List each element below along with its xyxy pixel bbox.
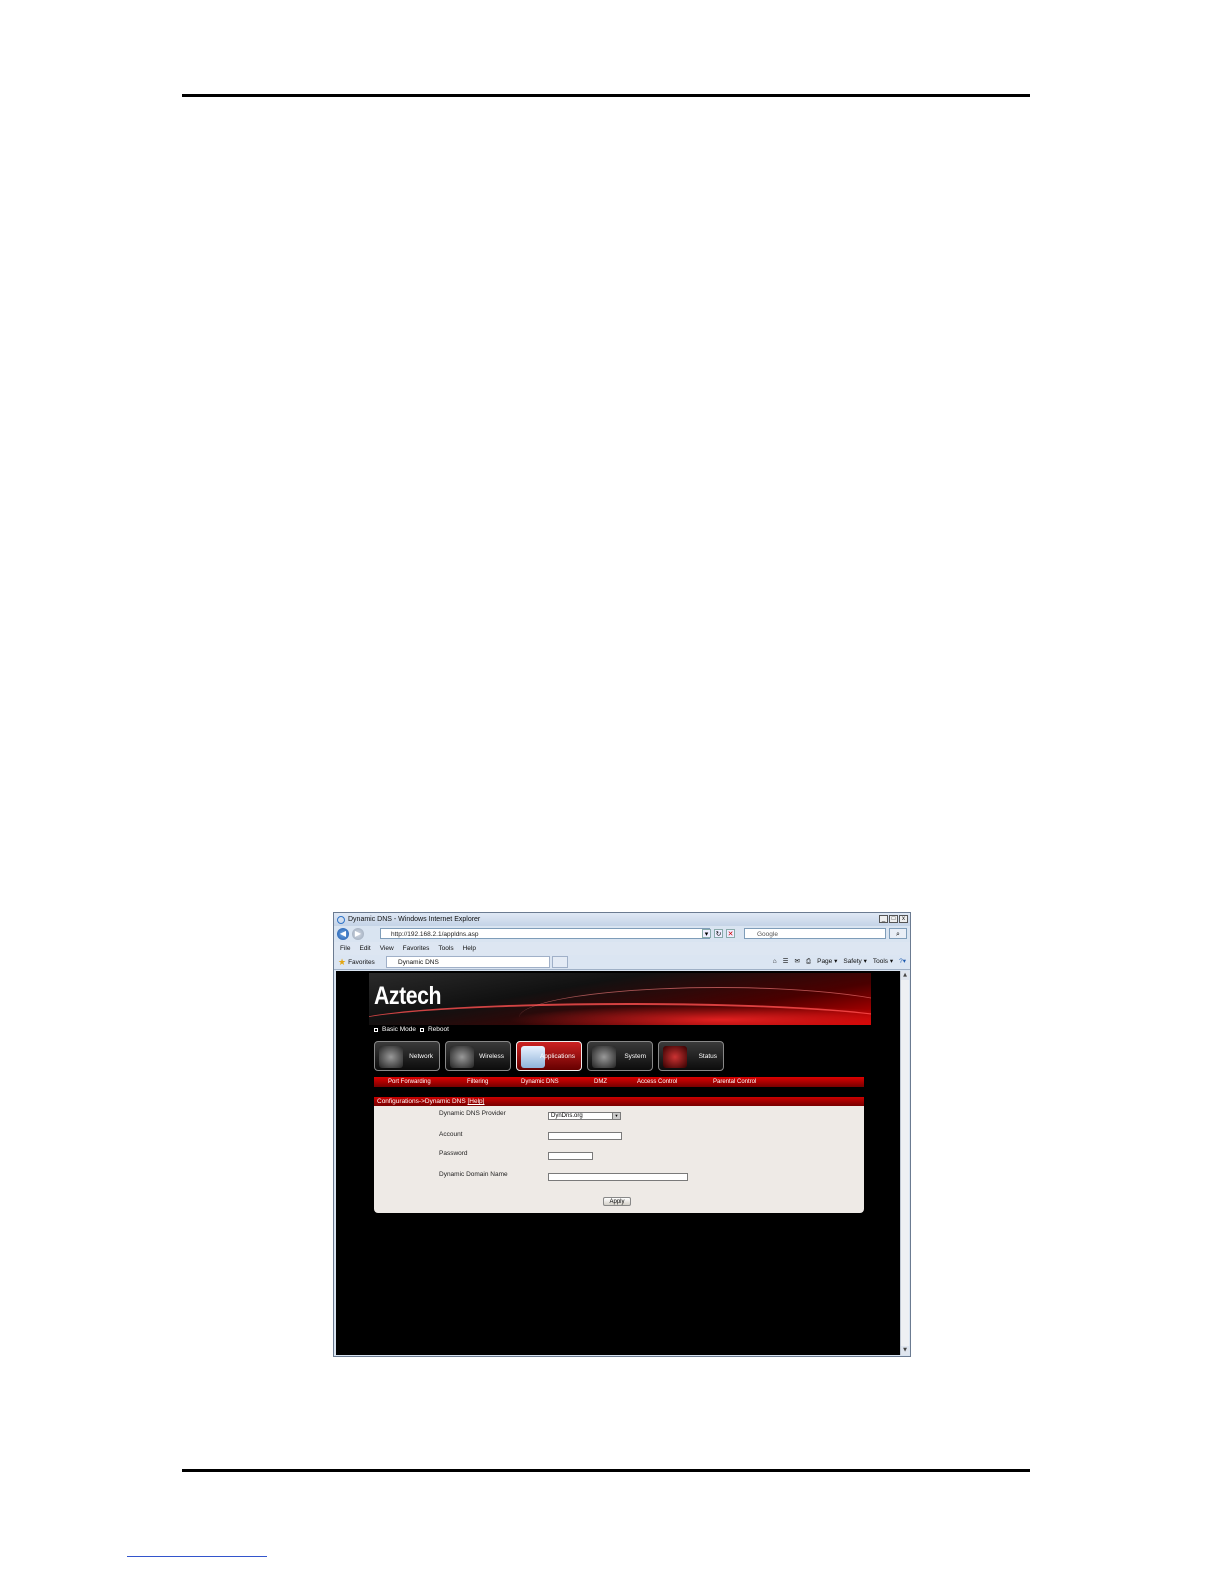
dropdown-icon[interactable]: ▾: [702, 929, 711, 938]
command-bar: ⌂ ☰ ✉ ⎙ Page ▾ Safety ▾ Tools ▾ ?▾: [773, 956, 906, 968]
nav-label: Network: [409, 1053, 433, 1060]
safety-menu[interactable]: Safety ▾: [843, 956, 867, 968]
scroll-up-icon[interactable]: ▲: [901, 971, 909, 980]
nav-label: Wireless: [479, 1053, 504, 1060]
subnav-parental-control[interactable]: Parental Control: [713, 1077, 756, 1087]
home-icon[interactable]: ⌂: [773, 956, 777, 968]
title-bar: Dynamic DNS - Windows Internet Explorer …: [334, 913, 910, 926]
nav-system[interactable]: System: [587, 1041, 653, 1071]
menu-bar: File Edit View Favorites Tools Help: [334, 942, 910, 955]
nav-label: Status: [698, 1053, 717, 1060]
bullet-icon: [419, 1027, 424, 1032]
ie-icon: [337, 915, 345, 924]
minimize-button[interactable]: _: [879, 915, 888, 923]
address-input[interactable]: http://192.168.2.1/appldns.asp: [380, 928, 710, 939]
account-label: Account: [439, 1131, 463, 1138]
system-icon: [592, 1046, 616, 1068]
sub-nav: Port Forwarding Filtering Dynamic DNS DM…: [374, 1077, 864, 1087]
page-menu[interactable]: Page ▾: [817, 956, 837, 968]
aztech-logo: Aztech: [374, 982, 442, 1010]
main-nav: Network Wireless Applications System Sta…: [374, 1041, 724, 1071]
tools-menu[interactable]: Tools ▾: [873, 956, 893, 968]
stop-icon[interactable]: ✕: [726, 929, 735, 938]
menu-edit[interactable]: Edit: [359, 945, 370, 952]
provider-select[interactable]: DynDns.org ▼: [548, 1112, 621, 1120]
mail-icon[interactable]: ✉: [794, 956, 799, 968]
panel-header: Configurations->Dynamic DNS [Help]: [374, 1097, 864, 1106]
quick-links: Basic Mode Reboot: [374, 1026, 449, 1033]
favorites-label: Favorites: [348, 958, 375, 966]
browser-window: Dynamic DNS - Windows Internet Explorer …: [333, 912, 911, 1357]
subnav-access-control[interactable]: Access Control: [637, 1077, 677, 1087]
star-icon: ★: [338, 956, 347, 967]
address-actions: ▾ ↻ ✕: [702, 929, 735, 938]
domain-label: Dynamic Domain Name: [439, 1171, 508, 1178]
subnav-dynamic-dns[interactable]: Dynamic DNS: [521, 1077, 559, 1087]
provider-label: Dynamic DNS Provider: [439, 1110, 506, 1117]
footer-link-underline: [127, 1556, 267, 1557]
password-label: Password: [439, 1150, 468, 1157]
menu-tools[interactable]: Tools: [438, 945, 453, 952]
tab-dynamic-dns[interactable]: Dynamic DNS: [386, 956, 550, 968]
nav-network[interactable]: Network: [374, 1041, 440, 1071]
scroll-down-icon[interactable]: ▼: [901, 1346, 909, 1355]
help-link[interactable]: [Help]: [468, 1098, 485, 1105]
footer-rule: [182, 1469, 1030, 1472]
banner-swoosh: [519, 987, 871, 1025]
window-title: Dynamic DNS - Windows Internet Explorer: [348, 916, 481, 923]
menu-file[interactable]: File: [340, 945, 350, 952]
address-row: ◀ ▶ http://192.168.2.1/appldns.asp ▾ ↻ ✕…: [334, 926, 910, 942]
print-icon[interactable]: ⎙: [806, 956, 811, 968]
help-menu[interactable]: ?▾: [899, 956, 906, 968]
window-controls: _ □ x: [879, 915, 908, 923]
page-viewport: Aztech Basic Mode Reboot Network Wireles…: [336, 971, 900, 1355]
search-input[interactable]: Google: [744, 928, 886, 939]
vertical-scrollbar[interactable]: ▲ ▼: [900, 971, 909, 1355]
subnav-filtering[interactable]: Filtering: [467, 1077, 488, 1087]
subnav-port-forwarding[interactable]: Port Forwarding: [388, 1077, 431, 1087]
reboot-link[interactable]: Reboot: [428, 1026, 449, 1033]
header-rule: [182, 94, 1030, 97]
aztech-banner: Aztech: [369, 973, 871, 1025]
domain-name-field[interactable]: [548, 1173, 688, 1181]
favorites-bar: ★ Favorites Dynamic DNS ⌂ ☰ ✉ ⎙ Page ▾ S…: [334, 955, 910, 970]
account-field[interactable]: [548, 1132, 622, 1140]
nav-label: System: [624, 1053, 646, 1060]
favorites-button[interactable]: ★ Favorites: [334, 957, 375, 968]
menu-help[interactable]: Help: [463, 945, 476, 952]
nav-label: Applications: [539, 1053, 575, 1060]
breadcrumb: Configurations->Dynamic DNS: [377, 1098, 466, 1105]
search-icon[interactable]: ⌕: [889, 928, 907, 939]
subnav-dmz[interactable]: DMZ: [594, 1077, 607, 1087]
maximize-button[interactable]: □: [889, 915, 898, 923]
status-chart-icon: [663, 1046, 687, 1068]
menu-favorites[interactable]: Favorites: [403, 945, 430, 952]
nav-status[interactable]: Status: [658, 1041, 724, 1071]
nav-applications[interactable]: Applications: [516, 1041, 582, 1071]
refresh-icon[interactable]: ↻: [714, 929, 723, 938]
dynamic-dns-panel: Configurations->Dynamic DNS [Help] Dynam…: [374, 1097, 864, 1213]
chevron-down-icon: ▼: [612, 1113, 620, 1119]
forward-button[interactable]: ▶: [352, 928, 364, 940]
bullet-icon: [374, 1027, 378, 1032]
back-button[interactable]: ◀: [337, 928, 349, 940]
close-button[interactable]: x: [899, 915, 908, 923]
basic-mode-link[interactable]: Basic Mode: [382, 1026, 416, 1033]
feeds-icon[interactable]: ☰: [783, 956, 789, 968]
network-icon: [379, 1046, 403, 1068]
provider-value: DynDns.org: [551, 1113, 583, 1119]
menu-view[interactable]: View: [380, 945, 394, 952]
password-field[interactable]: [548, 1152, 593, 1160]
nav-wireless[interactable]: Wireless: [445, 1041, 511, 1071]
router-icon: [450, 1046, 474, 1068]
apply-button[interactable]: Apply: [603, 1197, 631, 1206]
new-tab-button[interactable]: [552, 956, 568, 968]
